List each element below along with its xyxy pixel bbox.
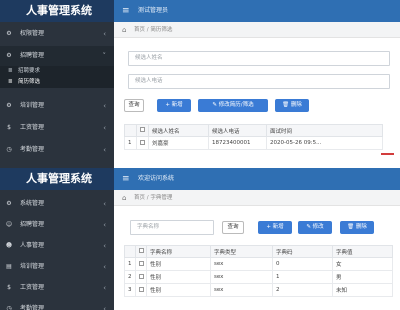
- users-icon: ☻: [5, 242, 13, 249]
- user-icon: ☺: [5, 221, 13, 228]
- submenu-item-requirements[interactable]: ≣ 招聘要求: [0, 66, 114, 77]
- home-icon[interactable]: ⌂: [122, 22, 126, 38]
- list-icon: ≣: [8, 79, 13, 85]
- scroll-indicator: [381, 153, 394, 155]
- gear-icon: ⚙: [6, 30, 12, 37]
- sidebar-item-recruitment[interactable]: ☺ 招聘管理 ‹: [0, 215, 114, 235]
- sidebar-item-attendance[interactable]: ◷ 考勤管理 ‹: [0, 140, 114, 160]
- sidebar: ⚙ 权限管理 ‹ ⚙ 招聘管理 ˅ ≣ 招聘要求 ≣ 简历筛选 ⚙ 培训管理 ‹…: [0, 22, 114, 168]
- select-all-checkbox[interactable]: [139, 248, 144, 253]
- breadcrumb: ⌂ 首页 / 字典管理: [114, 190, 400, 206]
- row-checkbox[interactable]: [140, 139, 145, 145]
- chevron-left-icon: ‹: [103, 30, 106, 38]
- home-icon[interactable]: ⌂: [122, 190, 126, 206]
- delete-button[interactable]: 🗑 删除: [340, 221, 374, 234]
- table-row[interactable]: 1 性别 sex 0 女: [124, 257, 393, 271]
- row-checkbox[interactable]: [139, 260, 144, 266]
- select-all-checkbox[interactable]: [140, 127, 145, 132]
- resume-table: 候选人姓名 候选人电话 面试时间 1 刘嘉豪 18723400001 2020-…: [124, 124, 383, 150]
- sidebar-item-permission[interactable]: ⚙ 权限管理 ‹: [0, 24, 114, 44]
- table-row[interactable]: 2 性别 sex 1 男: [124, 270, 393, 284]
- chevron-left-icon: ‹: [103, 221, 106, 229]
- query-button[interactable]: 查询: [222, 221, 244, 234]
- candidate-phone-input[interactable]: 候选人电话: [128, 74, 390, 89]
- panel-resume-screening: 人事管理系统 ≡ 测试管理员 ⚙ 权限管理 ‹ ⚙ 招聘管理 ˅ ≣ 招聘要求 …: [0, 0, 400, 168]
- edit-button[interactable]: ✎ 修改简历/筛选: [198, 99, 268, 112]
- query-button[interactable]: 查询: [124, 99, 144, 112]
- chevron-left-icon: ‹: [103, 284, 106, 292]
- clock-icon: ◷: [6, 305, 12, 310]
- gear-icon: ⚙: [6, 200, 12, 207]
- clock-icon: ◷: [6, 146, 12, 153]
- sidebar-item-hr[interactable]: ☻ 人事管理 ‹: [0, 236, 114, 256]
- gear-icon: ⚙: [6, 52, 12, 59]
- sidebar: ⚙ 系统管理 ‹ ☺ 招聘管理 ‹ ☻ 人事管理 ‹ ▤ 培训管理 ‹ $ 工资…: [0, 190, 114, 310]
- top-bar: ≡ 测试管理员: [114, 0, 400, 22]
- chevron-down-icon: ˅: [102, 52, 107, 60]
- candidate-name-input[interactable]: 候选人姓名: [128, 51, 390, 66]
- app-title: 人事管理系统: [0, 0, 114, 22]
- sidebar-item-training[interactable]: ▤ 培训管理 ‹: [0, 257, 114, 277]
- gear-icon: ⚙: [6, 102, 12, 109]
- sidebar-item-salary[interactable]: $ 工资管理 ‹: [0, 278, 114, 298]
- table-row[interactable]: 3 性别 sex 2 未知: [124, 283, 393, 297]
- submenu-item-resume[interactable]: ≣ 简历筛选: [0, 77, 114, 88]
- row-checkbox[interactable]: [139, 286, 144, 292]
- hamburger-icon[interactable]: ≡: [122, 168, 130, 190]
- sidebar-item-training[interactable]: ⚙ 培训管理 ‹: [0, 96, 114, 116]
- table-header-row: 候选人姓名 候选人电话 面试时间: [124, 124, 383, 137]
- table-header-row: 字典名称 字典类型 字典码 字典值: [124, 245, 393, 258]
- dollar-icon: $: [7, 284, 11, 291]
- panel-dictionary: 人事管理系统 ≡ 欢迎访问系统 ⚙ 系统管理 ‹ ☺ 招聘管理 ‹ ☻ 人事管理…: [0, 168, 400, 310]
- chevron-left-icon: ‹: [103, 242, 106, 250]
- chevron-left-icon: ‹: [103, 124, 106, 132]
- sidebar-item-attendance[interactable]: ◷ 考勤管理 ‹: [0, 299, 114, 310]
- breadcrumb: ⌂ 首页 / 简历筛选: [114, 22, 400, 38]
- dollar-icon: $: [7, 124, 11, 131]
- dictionary-table: 字典名称 字典类型 字典码 字典值 1 性别 sex 0 女 2 性别 sex …: [124, 245, 393, 297]
- list-icon: ≣: [8, 68, 13, 74]
- dictionary-name-input[interactable]: 字典名称: [130, 220, 214, 235]
- table-row[interactable]: 1 刘嘉豪 18723400001 2020-05-26 09:5...: [124, 136, 383, 150]
- edit-button[interactable]: ✎ 修改: [298, 221, 332, 234]
- topbar-title: 测试管理员: [138, 7, 169, 14]
- delete-button[interactable]: 🗑 删除: [275, 99, 309, 112]
- app-title: 人事管理系统: [0, 168, 114, 190]
- chevron-left-icon: ‹: [103, 146, 106, 154]
- sidebar-item-salary[interactable]: $ 工资管理 ‹: [0, 118, 114, 138]
- top-bar: ≡ 欢迎访问系统: [114, 168, 400, 190]
- hamburger-icon[interactable]: ≡: [122, 0, 130, 22]
- chevron-left-icon: ‹: [103, 305, 106, 310]
- topbar-title: 欢迎访问系统: [138, 175, 175, 182]
- sidebar-item-recruitment[interactable]: ⚙ 招聘管理 ˅: [0, 46, 114, 66]
- add-button[interactable]: + 新增: [258, 221, 292, 234]
- chevron-left-icon: ‹: [103, 200, 106, 208]
- add-button[interactable]: + 新增: [157, 99, 191, 112]
- sidebar-item-system[interactable]: ⚙ 系统管理 ‹: [0, 194, 114, 214]
- chevron-left-icon: ‹: [103, 263, 106, 271]
- chevron-left-icon: ‹: [103, 102, 106, 110]
- book-icon: ▤: [6, 263, 12, 270]
- row-checkbox[interactable]: [139, 273, 144, 279]
